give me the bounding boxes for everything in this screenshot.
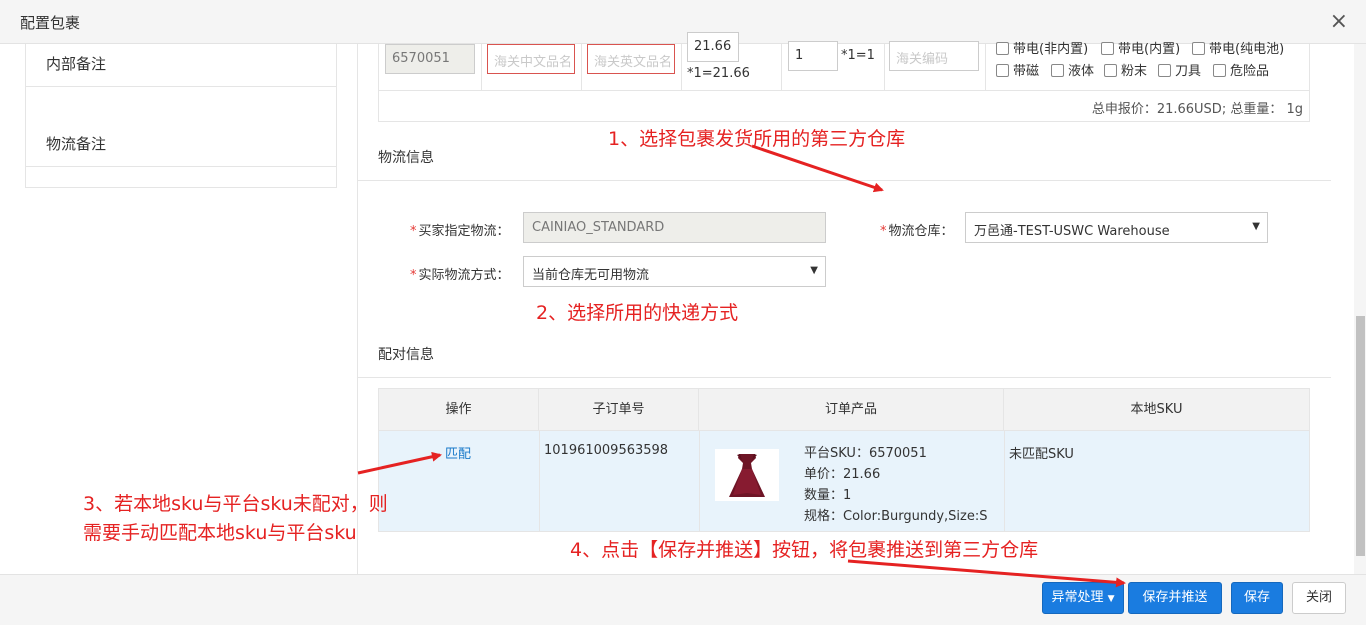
product-details: 平台SKU：6570051 单价：21.66 数量：1 规格：Color:Bur…: [804, 443, 988, 527]
header-action: 操作: [379, 389, 539, 431]
checkbox-battery-only[interactable]: 带电(纯电池): [1192, 38, 1284, 57]
checkbox-battery-internal[interactable]: 带电(内置): [1101, 38, 1180, 57]
checkbox-knife[interactable]: 刀具: [1158, 60, 1201, 79]
dress-image: [729, 454, 765, 497]
local-sku-value: 未匹配SKU: [1009, 447, 1074, 462]
annotation-3-line1: 3、若本地sku与平台sku未配对，则: [83, 493, 388, 515]
modal-title: 配置包裹: [20, 14, 81, 32]
table-header: 操作 子订单号 订单产品 本地SKU: [379, 389, 1309, 431]
table-row: 匹配 101961009563598 平台SKU：6570051 单价：21.6…: [379, 431, 1309, 531]
col-separator: [681, 44, 682, 90]
scrollbar-thumb[interactable]: [1356, 316, 1365, 556]
arrow-1: [751, 144, 884, 193]
checkbox-magnetic[interactable]: 带磁: [996, 60, 1039, 79]
header-product: 订单产品: [699, 389, 1004, 431]
cell-separator: [699, 431, 700, 531]
chevron-down-icon: ▼: [810, 265, 818, 276]
checkbox-powder[interactable]: 粉末: [1104, 60, 1147, 79]
match-section-title: 配对信息: [378, 347, 434, 363]
shipping-method-label: * 实际物流方式：: [410, 268, 510, 283]
product-declaration-row: 6570051 海关中文品名 海关英文品名 21.66 *1=21.66 1 *…: [378, 32, 1310, 122]
buyer-logistics-label: * 买家指定物流：: [410, 224, 510, 239]
cell-separator: [539, 431, 540, 531]
col-separator: [884, 44, 885, 90]
caret-down-icon: ▼: [1107, 594, 1115, 604]
save-and-push-button[interactable]: 保存并推送: [1128, 582, 1222, 614]
checkbox-dangerous[interactable]: 危险品: [1213, 60, 1269, 79]
warehouse-select[interactable]: 万邑通-TEST-USWC Warehouse ▼: [965, 212, 1268, 243]
sub-order-number: 101961009563598: [544, 443, 669, 458]
col-separator: [781, 44, 782, 90]
declared-price-input[interactable]: 21.66: [687, 32, 739, 62]
spec: 规格：Color:Burgundy,Size:S: [804, 509, 988, 524]
col-separator: [581, 44, 582, 90]
shipping-method-select[interactable]: 当前仓库无可用物流 ▼: [523, 256, 826, 287]
logistics-note-label: 物流备注: [26, 87, 336, 167]
internal-note-label: 内部备注: [26, 44, 336, 87]
customs-cn-name-input[interactable]: 海关中文品名: [487, 44, 575, 74]
buyer-logistics-field: CAINIAO_STANDARD: [523, 212, 826, 243]
price-calc: *1=21.66: [687, 66, 750, 81]
col-separator: [985, 44, 986, 90]
checkbox-battery-external[interactable]: 带电(非内置): [996, 38, 1088, 57]
declaration-summary: 总申报价：21.66USD; 总重量： 1g: [1091, 102, 1303, 117]
save-button[interactable]: 保存: [1231, 582, 1283, 614]
cell-separator: [1004, 431, 1005, 531]
annotation-3-line2: 需要手动匹配本地sku与平台sku: [83, 522, 357, 544]
header-local-sku: 本地SKU: [1130, 402, 1183, 417]
qty-calc: *1=1: [841, 48, 875, 63]
col-separator: [481, 44, 482, 90]
exception-dropdown-button[interactable]: 异常处理 ▼: [1042, 582, 1124, 614]
annotation-4: 4、点击【保存并推送】按钮，将包裹推送到第三方仓库: [570, 539, 1039, 561]
row-divider: [379, 90, 1309, 91]
notes-panel: 内部备注 物流备注: [25, 44, 337, 188]
chevron-down-icon: ▼: [1252, 221, 1260, 232]
product-thumbnail: [715, 449, 779, 501]
hs-code-input[interactable]: 海关编码: [889, 41, 979, 71]
unit-price: 单价：21.66: [804, 467, 881, 482]
section-divider: [357, 377, 1331, 378]
match-table: 操作 子订单号 订单产品 本地SKU 匹配 101961009563598 平台…: [378, 388, 1310, 532]
annotation-2: 2、选择所用的快递方式: [536, 302, 739, 324]
checkbox-liquid[interactable]: 液体: [1051, 60, 1094, 79]
annotation-1: 1、选择包裹发货所用的第三方仓库: [608, 128, 906, 150]
quantity: 数量：1: [804, 488, 852, 503]
section-divider: [357, 180, 1331, 181]
close-button[interactable]: 关闭: [1292, 582, 1346, 614]
customs-en-name-input[interactable]: 海关英文品名: [587, 44, 675, 74]
platform-sku: 平台SKU：6570051: [804, 446, 927, 461]
match-link[interactable]: 匹配: [445, 443, 471, 462]
header-sub-order: 子订单号: [539, 389, 699, 431]
sku-field: 6570051: [385, 44, 475, 74]
logistics-section-title: 物流信息: [378, 150, 434, 166]
warehouse-label: * 物流仓库：: [880, 224, 954, 239]
quantity-input[interactable]: 1: [788, 41, 838, 71]
close-icon[interactable]: ×: [1330, 9, 1348, 34]
